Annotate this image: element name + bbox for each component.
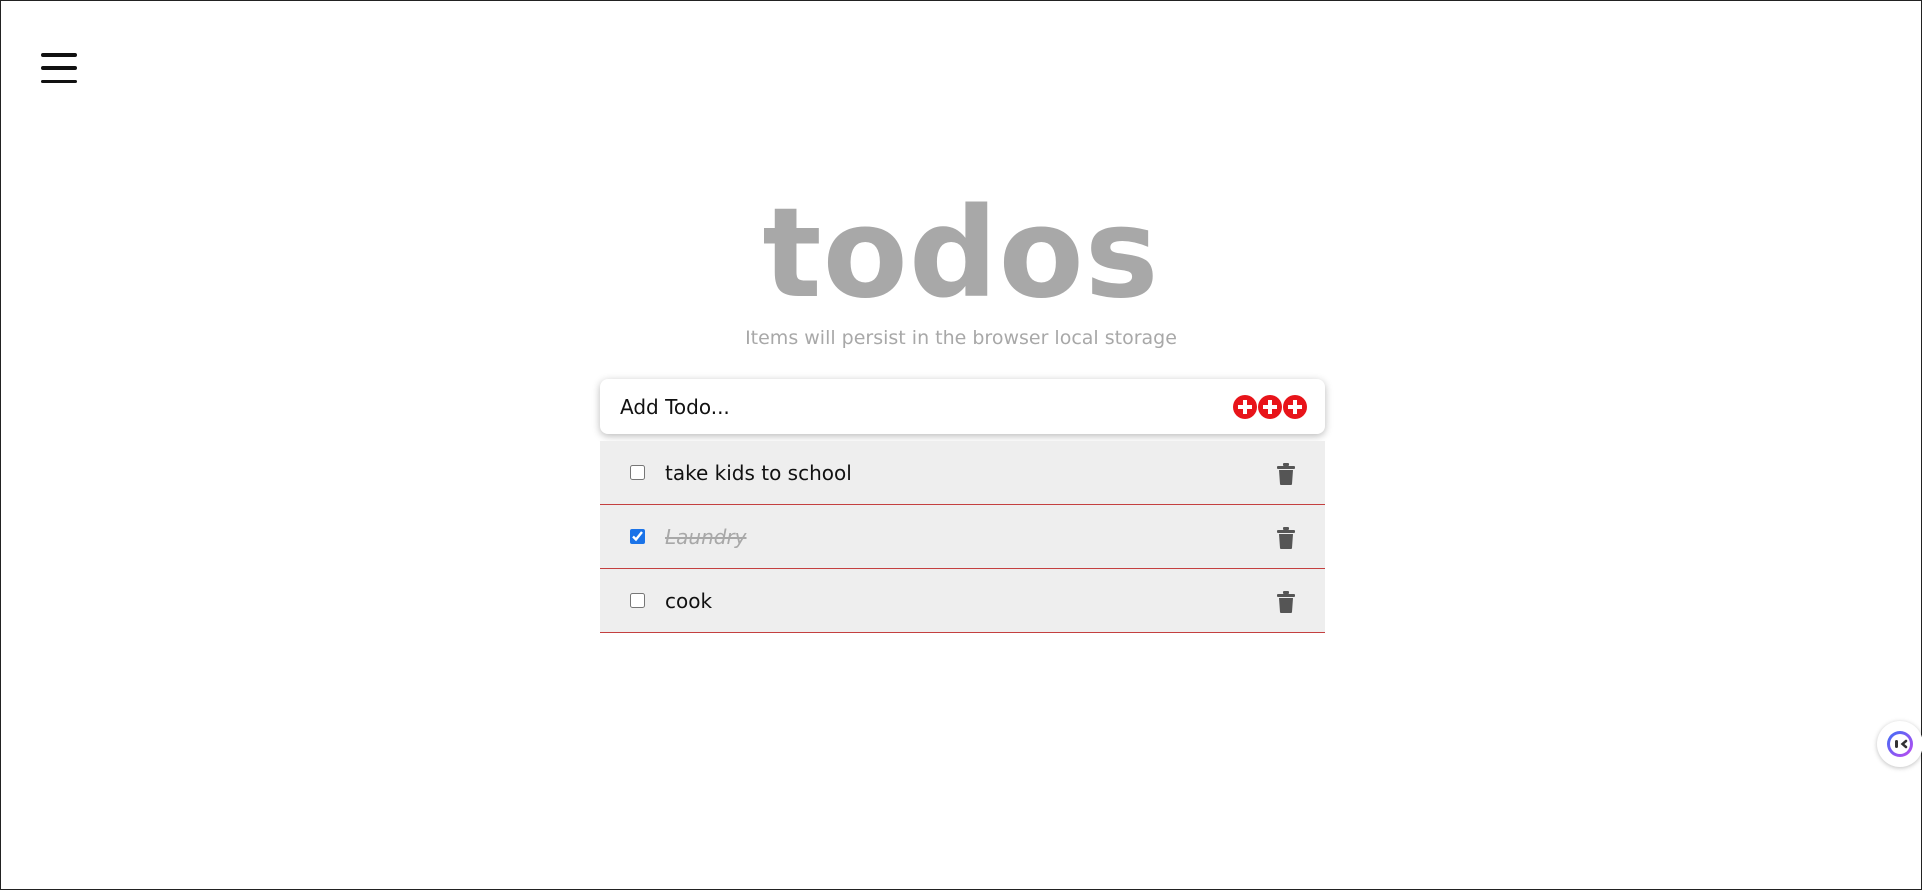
- add-todo-form: [600, 379, 1325, 434]
- trash-icon[interactable]: [1277, 591, 1295, 613]
- hamburger-menu-icon[interactable]: [41, 53, 77, 83]
- trash-icon[interactable]: [1277, 463, 1295, 485]
- assistant-face-icon: [1887, 731, 1913, 757]
- menu-bar: [41, 79, 77, 83]
- todo-text: Laundry: [665, 524, 747, 549]
- add-todo-input[interactable]: [618, 393, 1233, 420]
- add-button-group: [1233, 394, 1307, 419]
- todo-item: Laundry: [600, 505, 1325, 569]
- app-subtitle: Items will persist in the browser local …: [745, 327, 1177, 349]
- menu-bar: [41, 53, 77, 57]
- todo-text: take kids to school: [665, 460, 852, 485]
- trash-icon[interactable]: [1277, 527, 1295, 549]
- app-title: todos: [762, 182, 1160, 326]
- plus-circle-icon[interactable]: [1258, 394, 1282, 419]
- plus-circle-icon[interactable]: [1233, 394, 1257, 419]
- todo-text: cook: [665, 588, 713, 613]
- todo-checkbox[interactable]: [630, 529, 645, 544]
- todo-checkbox[interactable]: [630, 465, 645, 480]
- todo-checkbox[interactable]: [630, 593, 645, 608]
- assistant-widget-button[interactable]: [1877, 721, 1922, 767]
- menu-bar: [41, 66, 77, 70]
- todo-item: take kids to school: [600, 441, 1325, 505]
- todo-list: take kids to school Laundry cook: [600, 441, 1325, 633]
- plus-circle-icon[interactable]: [1283, 394, 1307, 419]
- todo-item: cook: [600, 569, 1325, 633]
